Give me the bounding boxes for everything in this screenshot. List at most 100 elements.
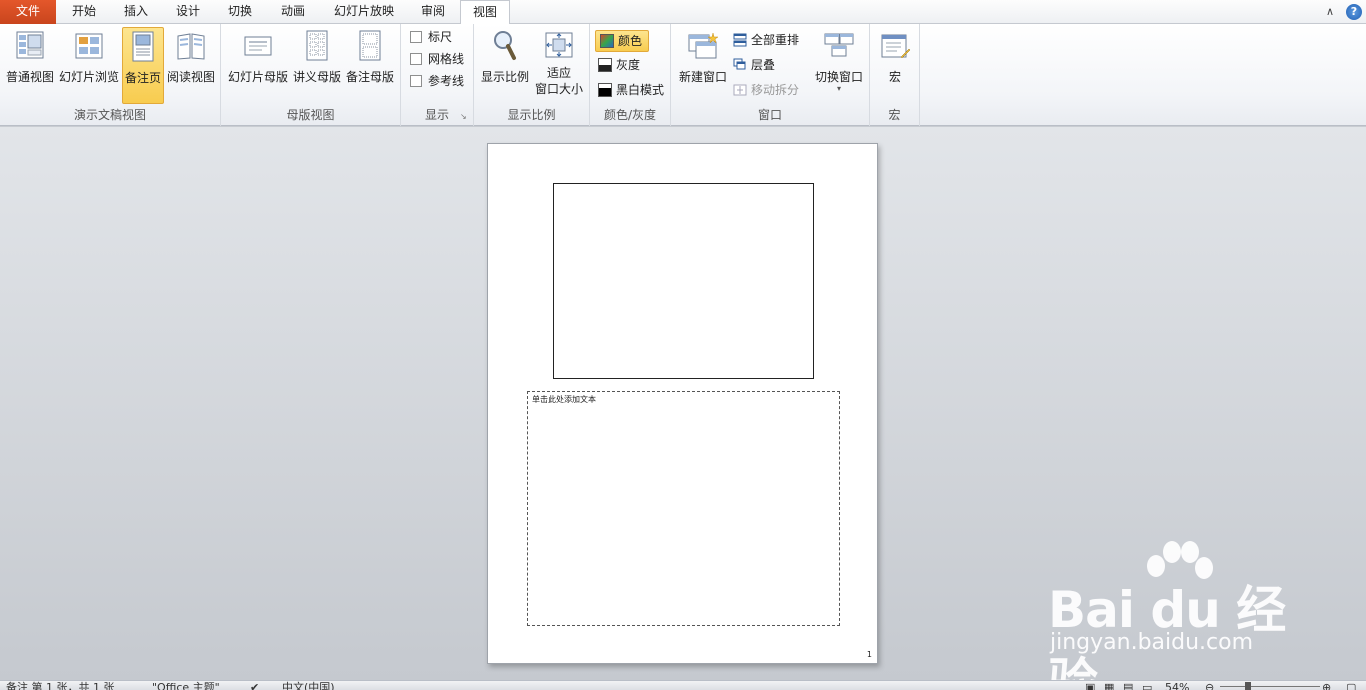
fit-to-window-icon [545,32,573,58]
color-button[interactable]: 颜色 [595,30,650,52]
arrange-all-label: 全部重排 [751,33,800,47]
gridlines-checkbox-box[interactable] [410,53,422,65]
group-master-views: 幻灯片母版 讲义母版 备注母版 母版视图 [221,24,401,126]
grayscale-button[interactable]: 灰度 [598,55,640,75]
guides-checkbox-box[interactable] [410,75,422,87]
ruler-checkbox[interactable]: 标尺 [410,27,452,47]
arrange-all-icon [733,33,747,47]
notes-placeholder-box[interactable]: 单击此处添加文本 [527,391,840,626]
color-label: 颜色 [618,34,643,48]
handout-master-icon [306,30,328,61]
zoom-label: 显示比例 [480,70,529,84]
group-label-window: 窗口 [757,108,782,122]
tab-animations[interactable]: 动画 [268,0,318,24]
macros-label: 宏 [888,70,901,84]
tab-view[interactable]: 视图 [460,0,510,25]
move-split-button: 移动拆分 [733,80,799,100]
magnifier-icon [494,31,516,60]
slide-master-label: 幻灯片母版 [227,70,288,84]
group-label-color-grayscale: 颜色/灰度 [603,108,657,122]
notes-placeholder-text: 单击此处添加文本 [532,395,596,404]
language-text[interactable]: 中文(中国) [282,682,335,690]
group-color-grayscale: 颜色 灰度 黑白模式 颜色/灰度 [590,24,671,126]
slide-master-button[interactable]: 幻灯片母版 [226,27,290,101]
reading-view-icon [177,33,205,60]
theme-name-text[interactable]: "Office 主题" [152,682,220,690]
group-presentation-views: 普通视图 幻灯片浏览 备注页 阅读视图 演示文稿视图 [0,24,221,126]
slide-position-text: 备注 第 1 张，共 1 张 [6,681,115,690]
slide-sorter-label: 幻灯片浏览 [58,70,119,84]
notes-master-button[interactable]: 备注母版 [344,27,396,101]
page-number: 1 [866,650,872,659]
tab-file[interactable]: 文件 [0,0,56,24]
slideshow-status-icon[interactable]: ▭ [1142,682,1152,690]
normal-view-status-icon[interactable]: ▣ [1085,682,1095,690]
switch-windows-icon [824,33,854,57]
ruler-label: 标尺 [428,30,453,44]
minimize-ribbon-icon[interactable]: ∧ [1324,6,1336,18]
fit-to-window-button[interactable]: 适应 窗口大小 [532,27,586,105]
grayscale-icon [598,58,612,72]
help-icon[interactable]: ? [1346,4,1362,20]
handout-master-button[interactable]: 讲义母版 [292,27,342,101]
new-window-label: 新建窗口 [678,70,727,84]
baidu-jingyan-watermark: Bai du 经验 jingyan.baidu.com [1048,540,1298,690]
normal-view-button[interactable]: 普通视图 [4,27,56,101]
tab-home[interactable]: 开始 [60,0,108,24]
zoom-slider-track[interactable] [1220,686,1320,687]
switch-windows-label: 切换窗口 [814,70,863,84]
new-window-button[interactable]: 新建窗口 [676,27,730,101]
slide-thumbnail[interactable] [553,183,814,379]
macros-button[interactable]: 宏 [876,27,914,101]
zoom-out-icon[interactable]: ⊖ [1205,682,1214,690]
gridlines-checkbox[interactable]: 网格线 [410,49,464,69]
arrange-all-button[interactable]: 全部重排 [733,30,799,50]
tab-transitions[interactable]: 切换 [216,0,264,24]
cascade-icon [733,58,746,70]
group-macros: 宏 宏 [870,24,920,126]
normal-view-label: 普通视图 [5,70,54,84]
black-white-icon [598,83,612,97]
zoom-slider-thumb[interactable] [1245,682,1251,690]
black-white-label: 黑白模式 [616,83,665,97]
fit-to-window-label-line2: 窗口大小 [534,82,583,96]
fit-slide-icon[interactable]: ▢ [1346,682,1356,690]
tab-slideshow[interactable]: 幻灯片放映 [322,0,406,24]
zoom-button[interactable]: 显示比例 [478,27,532,101]
sorter-view-status-icon[interactable]: ▦ [1104,682,1114,690]
switch-windows-button[interactable]: 切换窗口 ▾ [811,27,867,101]
move-split-icon [733,84,747,96]
fit-to-window-label-line1: 适应 [546,66,571,80]
reading-view-status-icon[interactable]: ▤ [1123,682,1133,690]
switch-windows-dropdown-icon[interactable]: ▾ [811,85,867,93]
new-window-icon [688,32,719,59]
ribbon-tab-bar: 文件 开始 插入 设计 切换 动画 幻灯片放映 审阅 视图 ∧ ? [0,0,1366,25]
reading-view-button[interactable]: 阅读视图 [166,27,216,101]
slide-sorter-icon [75,33,103,59]
slide-sorter-button[interactable]: 幻灯片浏览 [58,27,120,101]
color-icon [600,34,614,48]
ruler-checkbox-box[interactable] [410,31,422,43]
group-window: 新建窗口 全部重排 层叠 移动拆分 切换窗口 ▾ 窗口 [671,24,870,126]
tab-insert[interactable]: 插入 [112,0,160,24]
zoom-in-icon[interactable]: ⊕ [1322,682,1331,690]
notes-master-icon [359,30,381,61]
black-white-button[interactable]: 黑白模式 [598,80,664,100]
group-show: 标尺 网格线 参考线 显示 ↘ [401,24,474,126]
show-dialog-launcher-icon[interactable]: ↘ [460,113,468,121]
group-label-presentation-views: 演示文稿视图 [73,108,146,122]
spellcheck-icon[interactable]: ✔ [250,682,259,690]
zoom-level-text[interactable]: 54% [1165,682,1189,690]
gridlines-label: 网格线 [428,52,465,66]
notes-page: 单击此处添加文本 1 [487,143,878,664]
cascade-button[interactable]: 层叠 [733,55,775,75]
group-label-zoom: 显示比例 [507,108,556,122]
guides-checkbox[interactable]: 参考线 [410,71,464,91]
tab-review[interactable]: 审阅 [410,0,456,24]
tab-design[interactable]: 设计 [164,0,212,24]
macros-icon [881,34,911,59]
normal-view-icon [16,31,44,59]
notes-page-button[interactable]: 备注页 [122,27,164,104]
handout-master-label: 讲义母版 [292,70,341,84]
reading-view-label: 阅读视图 [166,70,215,84]
